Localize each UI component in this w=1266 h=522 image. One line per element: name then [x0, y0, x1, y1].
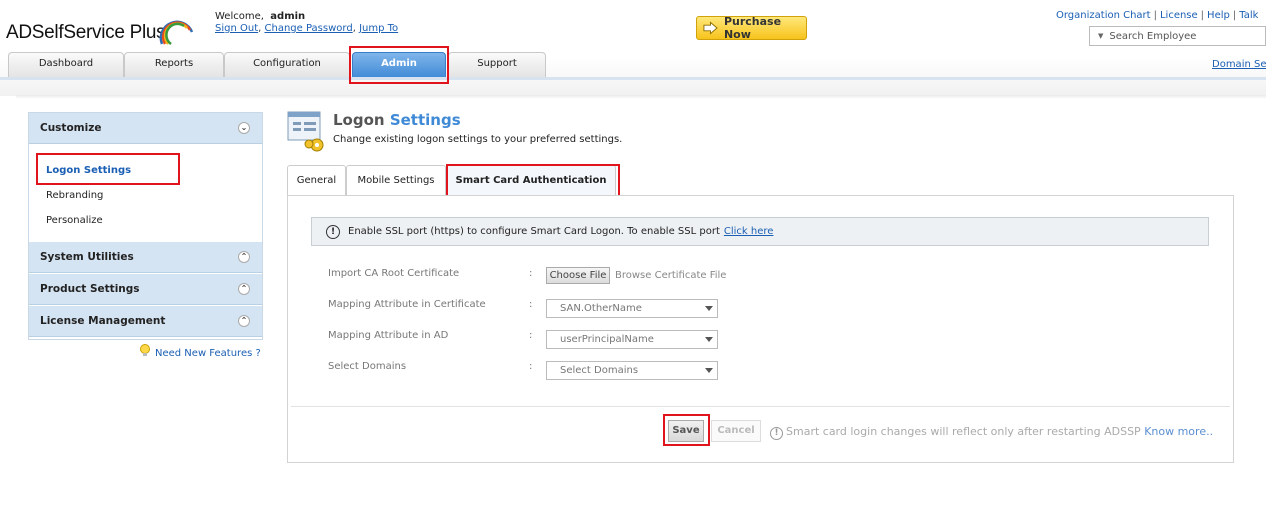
chevron-down-icon[interactable]: ⌄ [238, 122, 250, 134]
sidebar-section-product-settings[interactable]: Product Settings ⌃ [29, 274, 262, 305]
search-employee-input[interactable]: ▼ Search Employee [1089, 26, 1266, 46]
sidebar-item-rebranding[interactable]: Rebranding [46, 190, 103, 201]
app-logo[interactable]: ADSelfService Plus [6, 10, 196, 46]
purchase-now-button[interactable]: Purchase Now [696, 15, 807, 41]
mapping-cert-select[interactable]: SAN.OtherName [546, 299, 718, 318]
change-password-link[interactable]: Change Password [265, 23, 353, 34]
restart-footnote: ! Smart card login changes will reflect o… [770, 425, 1213, 440]
app-name: ADSelfService Plus [6, 22, 166, 43]
chevron-up-icon[interactable]: ⌃ [238, 315, 250, 327]
app-header: ADSelfService Plus Welcome, admin Sign O… [0, 0, 1266, 96]
browse-certificate-hint: Browse Certificate File [615, 270, 727, 281]
click-here-link[interactable]: Click here [724, 226, 774, 237]
sidebar-item-personalize[interactable]: Personalize [46, 215, 103, 226]
select-domains-label: Select Domains [328, 361, 407, 372]
chevron-up-icon[interactable]: ⌃ [238, 283, 250, 295]
logo-arc-icon [159, 20, 194, 46]
org-chart-link[interactable]: Organization Chart [1056, 10, 1151, 21]
sidebar: Customize ⌄ Logon Settings Rebranding Pe… [28, 112, 263, 340]
colon: : [529, 361, 533, 372]
username: admin [270, 11, 306, 22]
top-links: Organization Chart | License | Help | Talk [1056, 10, 1259, 21]
sidebar-item-logon-settings[interactable]: Logon Settings [46, 165, 131, 176]
sign-out-link[interactable]: Sign Out [215, 23, 258, 34]
sidebar-section-system-utilities[interactable]: System Utilities ⌃ [29, 242, 262, 273]
know-more-link[interactable]: Know more.. [1144, 425, 1213, 438]
smart-card-settings-panel: ! Enable SSL port (https) to configure S… [287, 195, 1234, 463]
help-link[interactable]: Help [1207, 10, 1230, 21]
panel-divider [291, 406, 1230, 407]
tab-support[interactable]: Support [448, 52, 546, 78]
tab-mobile-settings[interactable]: Mobile Settings [346, 165, 446, 195]
settings-page-icon [287, 111, 324, 152]
info-icon: ! [326, 224, 340, 239]
sidebar-section-customize[interactable]: Customize ⌄ [29, 113, 262, 144]
search-dropdown-icon[interactable]: ▼ [1098, 32, 1103, 40]
talk-link[interactable]: Talk [1239, 10, 1258, 21]
need-new-features-link[interactable]: Need New Features ? [139, 344, 261, 359]
mapping-ad-label: Mapping Attribute in AD [328, 330, 449, 341]
page-subtitle: Change existing logon settings to your p… [333, 134, 623, 145]
tab-smart-card-authentication[interactable]: Smart Card Authentication [446, 165, 616, 195]
content-top-strip [16, 95, 1266, 99]
select-domains-select[interactable]: Select Domains [546, 361, 718, 380]
import-ca-label: Import CA Root Certificate [328, 268, 460, 279]
cancel-button[interactable]: Cancel [711, 420, 761, 442]
tabbar-divider [0, 77, 1266, 80]
dropdown-arrow-icon [705, 368, 713, 373]
info-icon: ! [770, 427, 783, 440]
lightbulb-icon [140, 344, 150, 356]
tab-configuration[interactable]: Configuration [224, 52, 350, 78]
domain-settings-link[interactable]: Domain Se [1212, 59, 1266, 70]
choose-file-button[interactable]: Choose File [546, 267, 610, 284]
save-button[interactable]: Save [668, 420, 704, 442]
mapping-cert-label: Mapping Attribute in Certificate [328, 299, 486, 310]
sidebar-section-license-management[interactable]: License Management ⌃ [29, 306, 262, 337]
mapping-ad-select[interactable]: userPrincipalName [546, 330, 718, 349]
dropdown-arrow-icon [705, 306, 713, 311]
colon: : [529, 299, 533, 310]
page-title: Logon Settings [333, 111, 461, 129]
tab-dashboard[interactable]: Dashboard [8, 52, 124, 78]
chevron-up-icon[interactable]: ⌃ [238, 251, 250, 263]
account-links: Sign Out, Change Password, Jump To [215, 23, 399, 34]
tab-reports[interactable]: Reports [124, 52, 224, 78]
license-link[interactable]: License [1160, 10, 1198, 21]
tab-general[interactable]: General [287, 165, 346, 195]
dropdown-arrow-icon [705, 337, 713, 342]
colon: : [529, 330, 533, 341]
ssl-info-bar: ! Enable SSL port (https) to configure S… [311, 217, 1209, 246]
welcome-text: Welcome, admin [215, 11, 306, 22]
jump-to-link[interactable]: Jump To [359, 23, 398, 34]
arrow-right-icon [703, 21, 718, 35]
tab-admin[interactable]: Admin [352, 52, 446, 78]
colon: : [529, 268, 533, 279]
